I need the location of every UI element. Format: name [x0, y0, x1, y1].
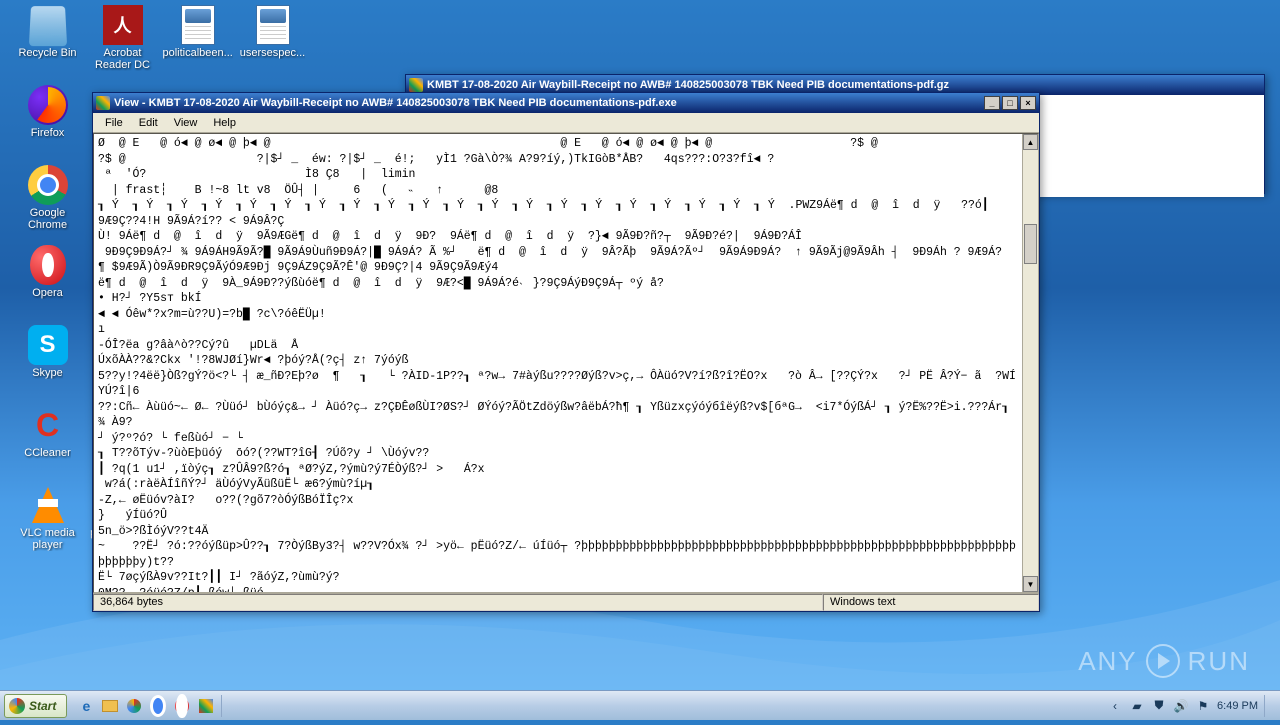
play-icon — [1146, 644, 1180, 678]
icon-label: VLC media player — [13, 527, 83, 551]
tray-flag-icon[interactable]: ⚑ — [1195, 698, 1211, 714]
scroll-thumb[interactable] — [1024, 224, 1037, 264]
status-size: 36,864 bytes — [93, 594, 823, 611]
desktop-icon-vlc[interactable]: VLC media player — [10, 480, 85, 560]
icon-label: Google Chrome — [13, 207, 83, 231]
vlc-icon — [28, 485, 68, 525]
menu-edit[interactable]: Edit — [131, 115, 166, 131]
chrome-icon — [28, 165, 68, 205]
app-icon — [409, 78, 423, 92]
desktop-icon-opera[interactable]: Opera — [10, 240, 85, 320]
ie-icon[interactable]: e — [75, 695, 97, 717]
tray-network-icon[interactable]: ▰ — [1129, 698, 1145, 714]
tray-volume-icon[interactable]: 🔊 — [1173, 698, 1189, 714]
chrome-icon[interactable] — [147, 695, 169, 717]
desktop-icon-word1[interactable]: politicalbeen... — [160, 0, 235, 80]
menubar: FileEditViewHelp — [93, 113, 1039, 133]
recycle-bin-icon — [28, 5, 68, 45]
firefox-icon — [28, 85, 68, 125]
status-encoding: Windows text — [823, 594, 1039, 611]
scroll-up-button[interactable]: ▲ — [1023, 134, 1038, 150]
menu-file[interactable]: File — [97, 115, 131, 131]
watermark: ANY RUN — [1078, 644, 1250, 678]
scroll-down-button[interactable]: ▼ — [1023, 576, 1038, 592]
maximize-button[interactable]: □ — [1002, 96, 1018, 110]
titlebar-viewer[interactable]: View - KMBT 17-08-2020 Air Waybill-Recei… — [93, 93, 1039, 113]
windows-logo-icon — [9, 698, 25, 714]
start-button[interactable]: Start — [4, 694, 67, 718]
desktop-icon-adobe[interactable]: 人Acrobat Reader DC — [85, 0, 160, 80]
desktop-icon-skype[interactable]: S Skype — [10, 320, 85, 400]
window-viewer: View - KMBT 17-08-2020 Air Waybill-Recei… — [92, 92, 1040, 612]
menu-help[interactable]: Help — [205, 115, 244, 131]
icon-label: Recycle Bin — [18, 47, 76, 59]
icon-label: CCleaner — [24, 447, 70, 459]
adobe-icon: 人 — [103, 5, 143, 45]
opera-icon[interactable] — [171, 695, 193, 717]
icon-label: politicalbeen... — [163, 47, 233, 59]
tray-clock[interactable]: 6:49 PM — [1217, 700, 1258, 712]
icon-label: Firefox — [31, 127, 65, 139]
desktop-icon-recycle-bin[interactable]: Recycle Bin — [10, 0, 85, 80]
task-icon[interactable] — [195, 695, 217, 717]
tray-shield-icon[interactable]: ⛊ — [1151, 698, 1167, 714]
window-title: KMBT 17-08-2020 Air Waybill-Receipt no A… — [427, 79, 1261, 91]
vertical-scrollbar[interactable]: ▲ ▼ — [1022, 134, 1038, 592]
taskbar: Start e ‹ ▰ ⛊ 🔊 ⚑ 6:49 PM — [0, 690, 1280, 720]
icon-label: Acrobat Reader DC — [88, 47, 158, 71]
word1-icon — [178, 5, 218, 45]
word2-icon — [253, 5, 293, 45]
watermark-text: ANY — [1078, 646, 1137, 677]
ccleaner-icon: C — [28, 405, 68, 445]
skype-icon: S — [28, 325, 68, 365]
desktop-icon-chrome[interactable]: Google Chrome — [10, 160, 85, 240]
icon-label: usersespec... — [240, 47, 305, 59]
quick-launch: e — [71, 695, 222, 717]
file-content[interactable]: Ø @ E @ ó◄ @ ø◄ @ þ◄ @ @ E @ ó◄ @ ø◄ @ þ… — [94, 134, 1022, 592]
icon-label: Skype — [32, 367, 63, 379]
desktop-icon-word2[interactable]: usersespec... — [235, 0, 310, 80]
opera-icon — [28, 245, 68, 285]
statusbar: 36,864 bytes Windows text — [93, 593, 1039, 611]
icon-label: Opera — [32, 287, 63, 299]
explorer-icon[interactable] — [99, 695, 121, 717]
show-desktop-button[interactable] — [1264, 695, 1272, 717]
start-label: Start — [29, 699, 56, 713]
app-icon — [96, 96, 110, 110]
desktop-icon-ccleaner[interactable]: C CCleaner — [10, 400, 85, 480]
wmp-icon[interactable] — [123, 695, 145, 717]
desktop-icon-firefox[interactable]: Firefox — [10, 80, 85, 160]
tray-expand-icon[interactable]: ‹ — [1107, 698, 1123, 714]
watermark-text: RUN — [1188, 646, 1250, 677]
close-button[interactable]: × — [1020, 96, 1036, 110]
minimize-button[interactable]: _ — [984, 96, 1000, 110]
menu-view[interactable]: View — [166, 115, 206, 131]
system-tray: ‹ ▰ ⛊ 🔊 ⚑ 6:49 PM — [1099, 695, 1280, 717]
window-title: View - KMBT 17-08-2020 Air Waybill-Recei… — [114, 97, 984, 109]
